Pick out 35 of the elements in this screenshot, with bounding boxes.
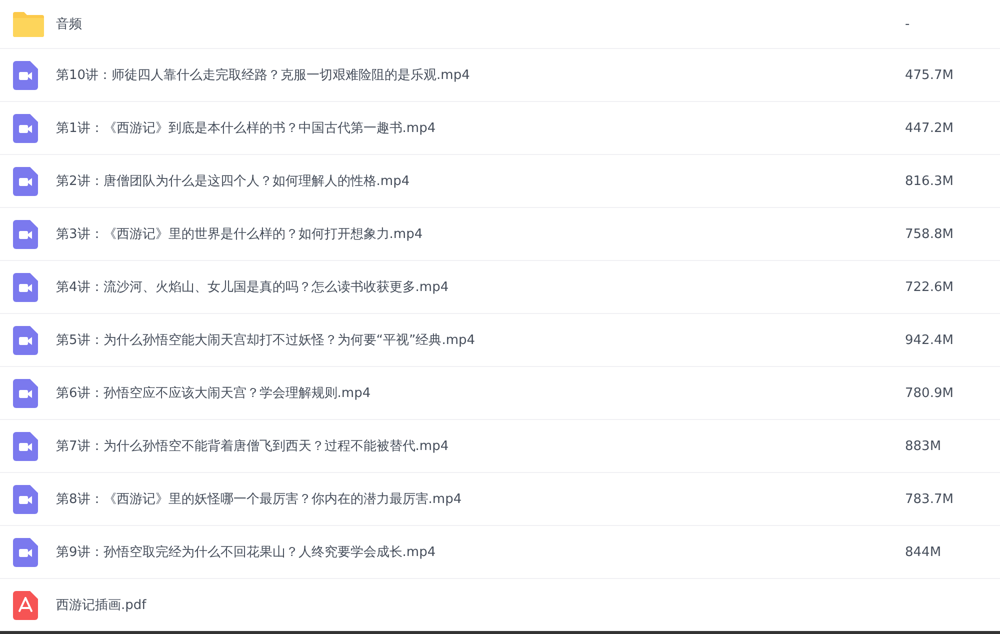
file-name[interactable]: 第5讲：为什么孙悟空能大闹天宫却打不过妖怪？为何要“平视”经典.mp4 (56, 331, 905, 349)
file-size: 780.9M (905, 386, 954, 400)
file-size: 844M (905, 544, 942, 560)
pdf-file-icon (13, 590, 38, 620)
video-file-icon (13, 166, 38, 196)
video-file-icon (13, 114, 38, 142)
file-size: 475.7M (905, 68, 954, 82)
file-name[interactable]: 音频 (56, 15, 905, 33)
file-name[interactable]: 第8讲：《西游记》里的妖怪哪一个最厉害？你内在的潜力最厉害.mp4 (56, 490, 905, 508)
file-name[interactable]: 第1讲：《西游记》到底是本什么样的书？中国古代第一趣书.mp4 (56, 119, 905, 137)
file-name[interactable]: 第6讲：孙悟空应不应该大闹天宫？学会理解规则.mp4 (56, 384, 905, 402)
video-file-icon (13, 220, 38, 248)
video-file-icon (13, 484, 38, 514)
file-size: 722.6M (905, 280, 954, 294)
file-size: 942.4M (905, 332, 954, 348)
folder-icon (13, 12, 44, 36)
file-size: 816.3M (905, 174, 954, 188)
video-file-icon (13, 272, 38, 302)
video-file-icon (13, 378, 38, 408)
file-name[interactable]: 第10讲：师徒四人靠什么走完取经路？克服一切艰难险阻的是乐观.mp4 (56, 66, 905, 84)
file-size: 447.2M (905, 120, 954, 136)
file-name[interactable]: 第9讲：孙悟空取完经为什么不回花果山？人终究要学会成长.mp4 (56, 543, 905, 561)
video-file-icon (13, 60, 38, 90)
file-name[interactable]: 第7讲：为什么孙悟空不能背着唐僧飞到西天？过程不能被替代.mp4 (56, 437, 905, 455)
video-file-icon (13, 538, 38, 566)
file-size: - (905, 16, 911, 32)
video-file-icon (13, 432, 38, 460)
video-file-icon (13, 326, 38, 354)
file-size: 783.7M (905, 492, 954, 506)
file-name[interactable]: 第3讲：《西游记》里的世界是什么样的？如何打开想象力.mp4 (56, 225, 905, 243)
file-size: 883M (905, 438, 942, 454)
file-name[interactable]: 西游记插画.pdf (56, 596, 1000, 614)
file-name[interactable]: 第2讲：唐僧团队为什么是这四个人？如何理解人的性格.mp4 (56, 172, 905, 190)
file-size: 758.8M (905, 226, 954, 242)
file-name[interactable]: 第4讲：流沙河、火焰山、女儿国是真的吗？怎么读书收获更多.mp4 (56, 278, 905, 296)
